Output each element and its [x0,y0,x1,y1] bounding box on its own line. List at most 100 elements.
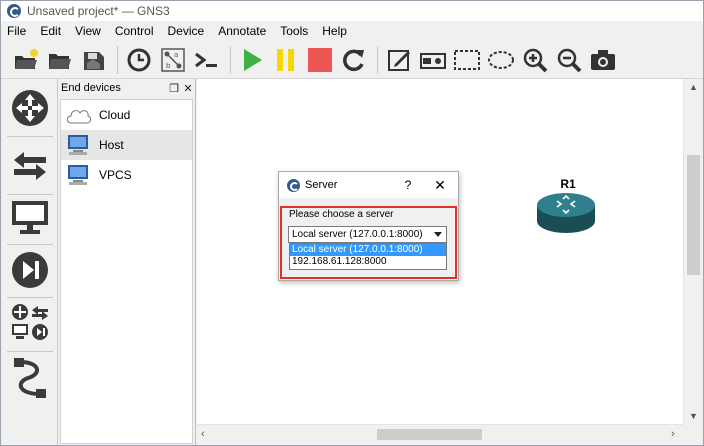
screenshot-button[interactable] [588,45,618,75]
dock-title-bar: End devices ❐ ✕ [58,79,195,97]
category-divider [7,297,53,298]
security-device-category-icon [12,252,48,288]
browse-switches-button[interactable] [9,145,51,187]
server-dropdown-list: Local server (127.0.0.1:8000) 192.168.61… [289,243,447,270]
list-item-host[interactable]: Host [61,130,192,160]
end-device-category-icon [12,201,48,234]
reload-all-button[interactable] [339,45,369,75]
menu-view[interactable]: View [75,24,101,38]
menu-tools[interactable]: Tools [280,24,308,38]
end-devices-dock: End devices ❐ ✕ Cloud Host VPCS [58,79,196,445]
dialog-title: Server [305,179,338,191]
device-list: Cloud Host VPCS [60,99,193,444]
dock-title: End devices [61,82,121,94]
close-dialog-button[interactable]: ✕ [430,177,450,194]
save-icon [84,51,104,70]
open-folder-new-icon [15,48,38,69]
start-play-icon [244,48,262,71]
stop-icon [308,47,332,72]
insert-picture-icon [420,52,446,69]
scroll-right-arrow-icon[interactable]: › [671,428,675,440]
suspend-all-button[interactable] [271,45,301,75]
vpcs-computer-icon [65,163,91,187]
insert-picture-button[interactable] [418,45,448,75]
server-select-value: Local server (127.0.0.1:8000) [292,229,423,240]
toolbar-separator [377,45,378,74]
server-option-local[interactable]: Local server (127.0.0.1:8000) [290,244,446,256]
draw-ellipse-icon [488,50,514,69]
browse-all-devices-button[interactable] [9,301,51,343]
console-all-button[interactable] [192,45,222,75]
zoom-in-icon [523,48,548,72]
browse-end-devices-button[interactable] [9,196,51,238]
router-node-r1[interactable] [535,191,597,235]
snapshot-clock-icon [127,48,151,71]
scroll-left-arrow-icon[interactable]: ‹ [201,428,205,440]
suspend-pause-icon [277,48,294,71]
router-node-label: R1 [560,177,576,191]
menu-edit[interactable]: Edit [40,24,61,38]
list-item-cloud[interactable]: Cloud [61,100,192,130]
gns3-logo-icon [7,4,21,18]
device-category-bar [1,79,58,445]
new-project-button[interactable] [11,45,41,75]
menu-file[interactable]: File [7,24,26,38]
vertical-scroll-thumb[interactable] [687,155,700,275]
gns3-logo-icon [287,178,300,192]
all-devices-category-icon [12,304,48,340]
chevron-down-icon [434,232,442,237]
vertical-scrollbar[interactable]: ▲ ▼ [683,79,703,424]
zoom-in-button[interactable] [520,45,550,75]
server-option-remote[interactable]: 192.168.61.128:8000 [290,256,446,268]
add-link-button[interactable] [9,357,51,399]
menu-control[interactable]: Control [115,24,154,38]
svg-text:a: a [174,51,178,59]
toolbar-separator [117,45,118,74]
menu-device[interactable]: Device [168,24,205,38]
draw-rectangle-button[interactable] [452,45,482,75]
router-category-icon [12,90,48,126]
list-item-label: VPCS [99,168,132,182]
menu-bar: File Edit View Control Device Annotate T… [1,21,703,41]
browse-security-devices-button[interactable] [9,249,51,291]
save-project-button[interactable] [79,45,109,75]
toolbar: ab [1,41,703,79]
reload-icon [343,49,364,71]
server-select[interactable]: Local server (127.0.0.1:8000) [288,226,447,243]
category-divider [7,244,53,245]
add-note-button[interactable] [384,45,414,75]
horizontal-scroll-thumb[interactable] [377,429,482,440]
help-button[interactable]: ? [398,178,418,192]
category-divider [7,194,53,195]
start-all-button[interactable] [237,45,267,75]
list-item-vpcs[interactable]: VPCS [61,160,192,190]
category-divider [7,351,53,352]
draw-ellipse-button[interactable] [486,45,516,75]
menu-help[interactable]: Help [322,24,347,38]
snapshot-button[interactable] [124,45,154,75]
stop-all-button[interactable] [305,45,335,75]
close-dock-icon[interactable]: ✕ [181,82,195,95]
add-link-cable-icon [14,358,46,398]
server-prompt-label: Please choose a server [289,209,394,220]
open-folder-icon [49,53,71,69]
float-dock-icon[interactable]: ❐ [167,82,181,95]
gns3-window: Unsaved project* — GNS3 File Edit View C… [0,0,704,446]
scroll-up-arrow-icon[interactable]: ▲ [689,82,698,92]
scroll-down-arrow-icon[interactable]: ▼ [689,411,698,421]
zoom-out-button[interactable] [554,45,584,75]
add-note-icon [388,49,410,71]
zoom-out-icon [557,48,582,72]
toolbar-separator [230,45,231,74]
horizontal-scrollbar[interactable]: ‹ › [197,424,683,444]
console-icon [195,52,217,67]
screenshot-camera-icon [591,49,615,70]
router-icon [537,193,595,233]
dialog-title-bar: Server ? ✕ [279,172,458,198]
cloud-icon [65,103,91,127]
browse-routers-button[interactable] [9,87,51,129]
menu-annotate[interactable]: Annotate [218,24,266,38]
open-project-button[interactable] [45,45,75,75]
interface-labels-button[interactable]: ab [158,45,188,75]
switch-category-icon [14,152,46,180]
